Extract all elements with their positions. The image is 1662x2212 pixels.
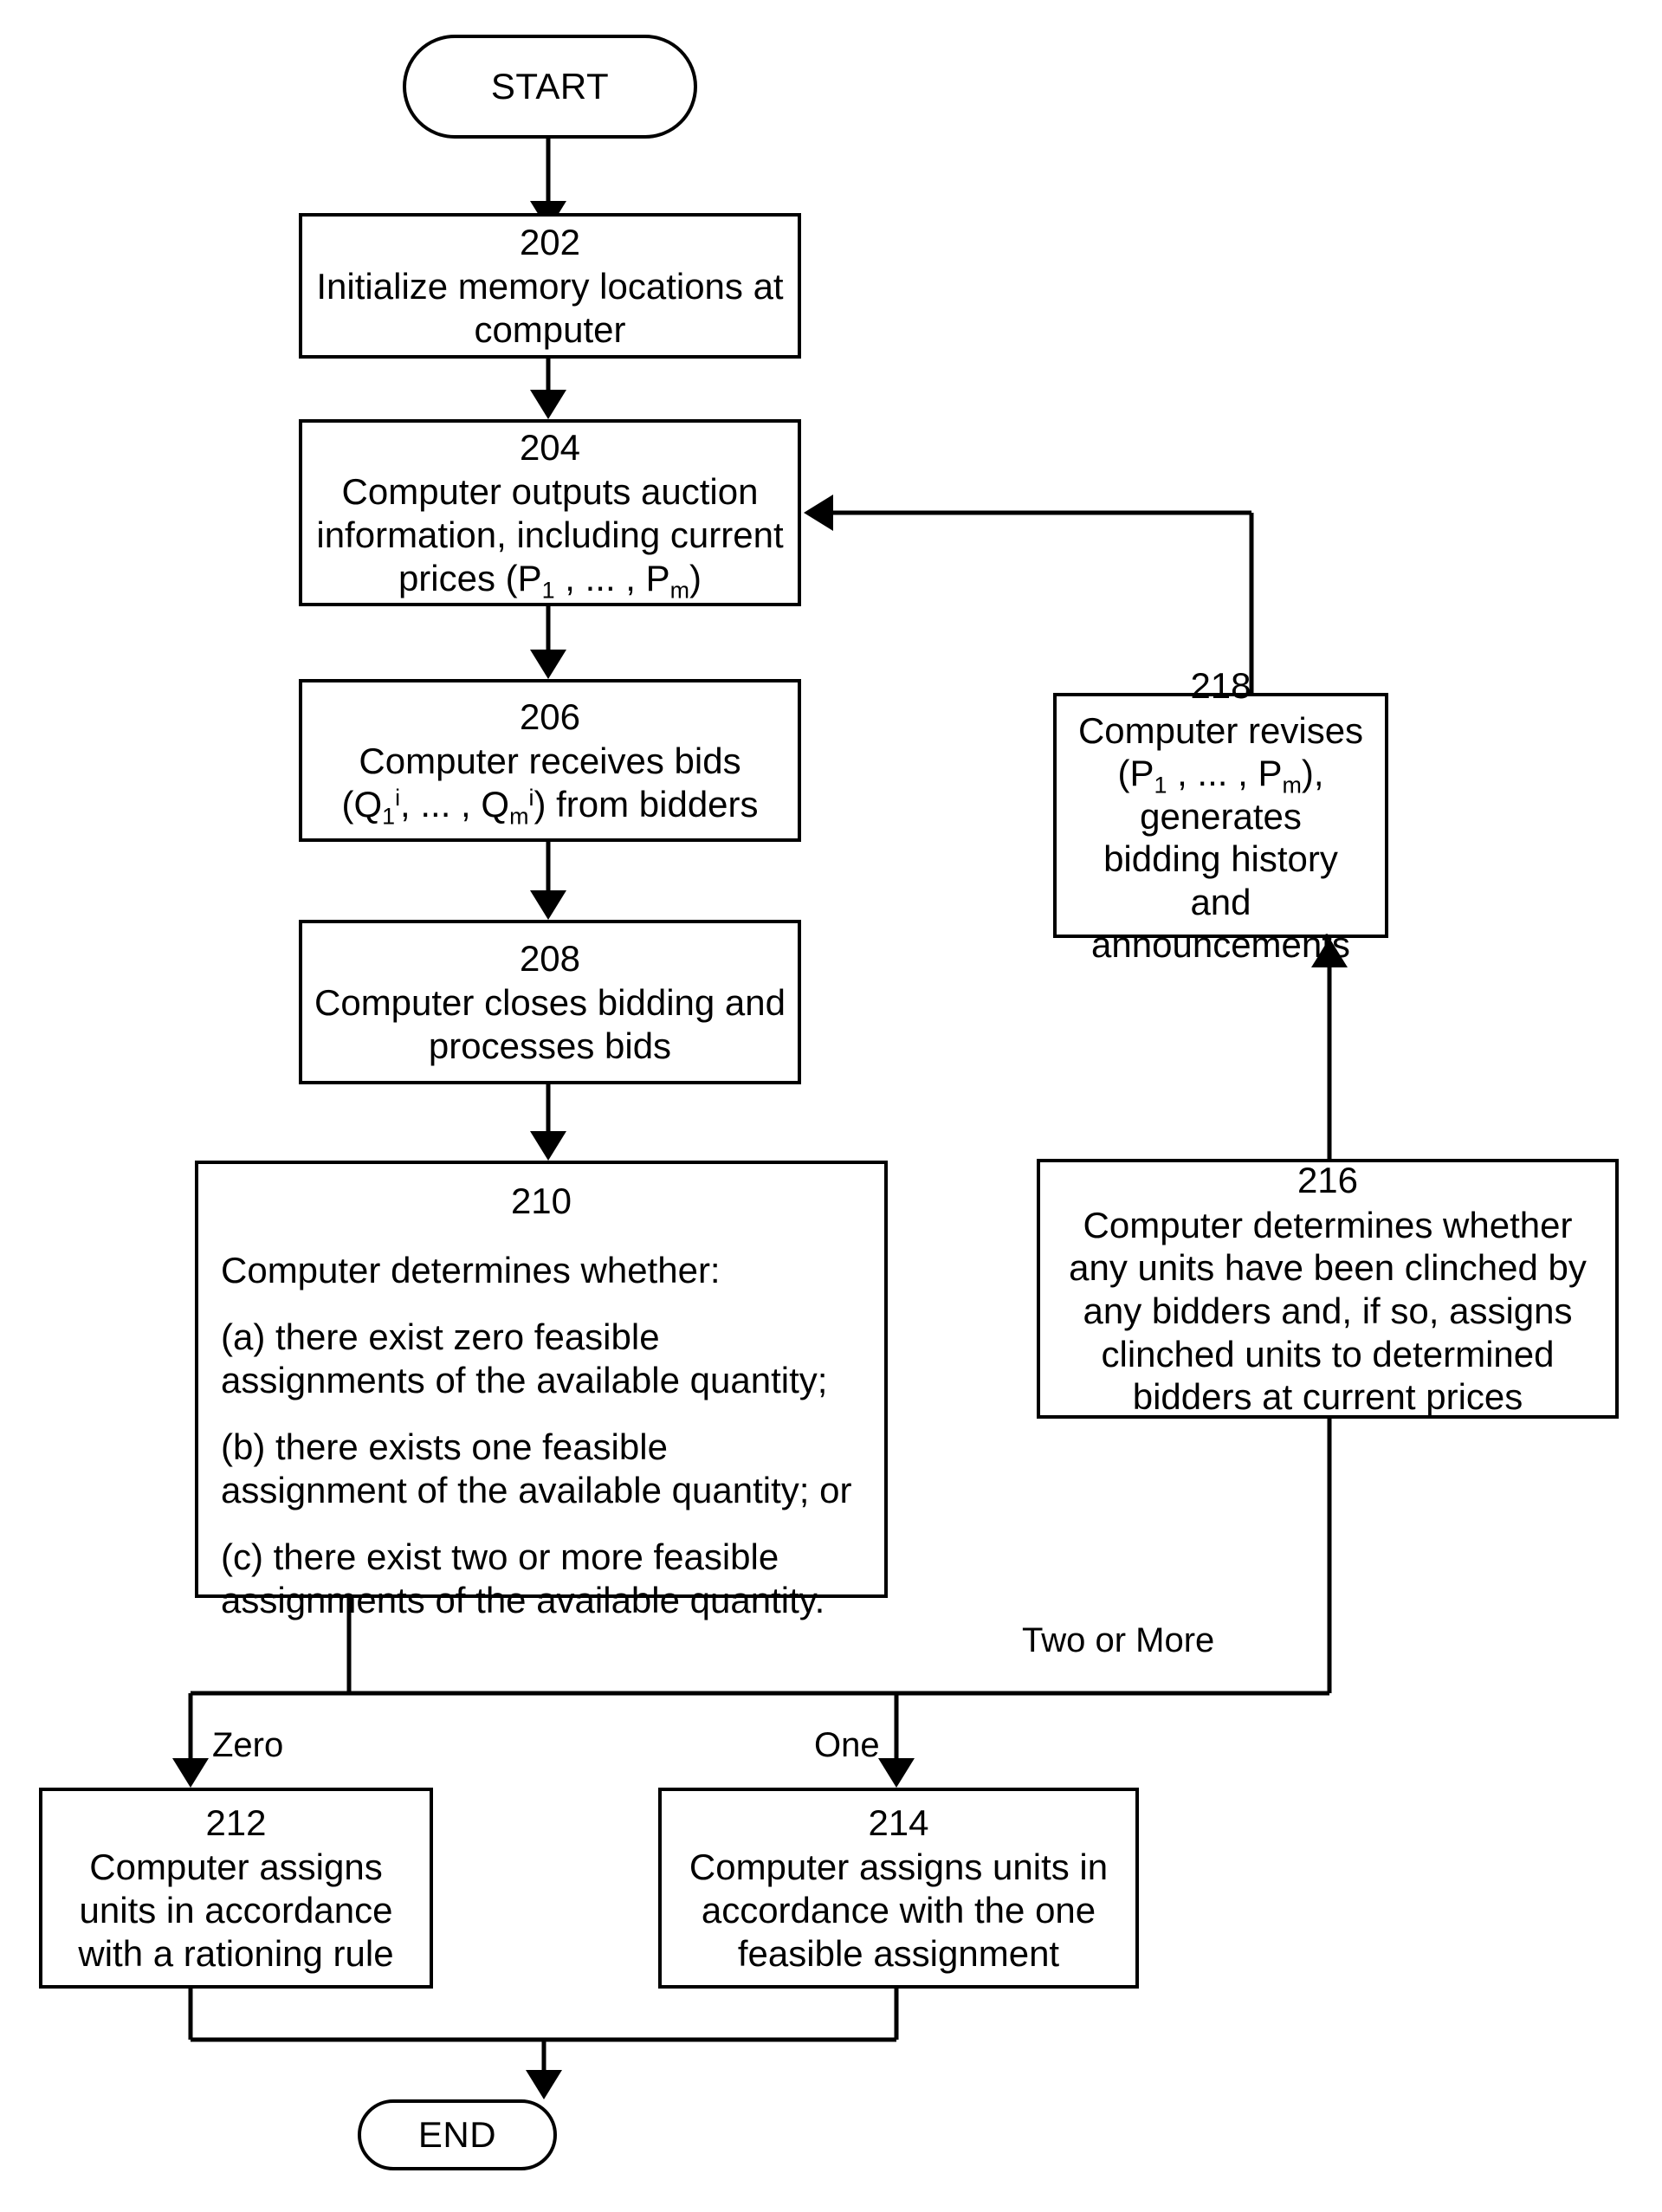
start-terminator: START bbox=[403, 35, 697, 139]
edge-label-two-or-more: Two or More bbox=[1022, 1621, 1215, 1659]
ref-number-208: 208 bbox=[519, 937, 581, 979]
bid-subscript-1: 1 bbox=[382, 803, 396, 830]
decision-option-a-210: (a) there exist zero feasible assignment… bbox=[221, 1316, 828, 1400]
process-text-208: Computer closes bidding and processes bi… bbox=[314, 982, 786, 1066]
ref-number-210: 210 bbox=[510, 1180, 572, 1221]
edge-label-one: One bbox=[814, 1726, 880, 1764]
ref-number-212: 212 bbox=[205, 1801, 267, 1843]
end-label: END bbox=[417, 2114, 497, 2156]
price-subscript-1: 1 bbox=[541, 577, 555, 604]
process-box-218: 218 Computer revises (P1 , ... , Pm), ge… bbox=[1053, 665, 1388, 965]
process-box-216: 216 Computer determines whether any unit… bbox=[1037, 1159, 1619, 1419]
arrowhead-to-204-feedback bbox=[804, 495, 833, 531]
ref-number-218: 218 bbox=[1190, 665, 1251, 707]
process-text-212: Computer assigns units in accordance wit… bbox=[78, 1847, 394, 1974]
bids-close: ) from bidders bbox=[534, 783, 759, 825]
process-text-206-line1: Computer receives bids bbox=[359, 741, 741, 782]
process-box-214: 214 Computer assigns units in accordance… bbox=[658, 1788, 1139, 1989]
arrowhead-to-212 bbox=[172, 1758, 209, 1788]
process-text-204-line1: Computer outputs auction bbox=[341, 471, 759, 513]
process-box-212: 212 Computer assigns units in accordance… bbox=[39, 1788, 433, 1989]
decision-option-b-210: (b) there exists one feasible assignment… bbox=[221, 1426, 852, 1510]
decision-intro-210: Computer determines whether: bbox=[221, 1249, 721, 1290]
flowchart-figure: START 202 Initialize memory locations at… bbox=[0, 0, 1662, 2212]
start-label: START bbox=[490, 66, 610, 107]
process-text-202: Initialize memory locations at computer bbox=[316, 266, 784, 350]
edge-label-zero: Zero bbox=[212, 1726, 284, 1764]
revise-prices-middle: , ... , P bbox=[1167, 753, 1283, 794]
process-text-218-line3: bidding history and bbox=[1103, 838, 1338, 922]
ref-number-204: 204 bbox=[519, 426, 581, 468]
process-text-218-line4: announcements bbox=[1091, 924, 1350, 966]
process-text-216: Computer determines whether any units ha… bbox=[1069, 1204, 1587, 1418]
process-text-206-line2: (Q1i, ... , Qmi) from bidders bbox=[329, 783, 770, 830]
arrowhead-to-208 bbox=[530, 890, 566, 920]
bid-subscript-m: m bbox=[509, 803, 529, 830]
process-text-204-line2: information, including current bbox=[316, 514, 784, 555]
ref-number-214: 214 bbox=[868, 1801, 929, 1843]
price-subscript-m: m bbox=[669, 577, 690, 604]
process-text-204-line3: prices (P1 , ... , Pm) bbox=[386, 557, 714, 604]
bids-open: (Q bbox=[341, 783, 383, 825]
decision-option-c-210: (c) there exist two or more feasible ass… bbox=[221, 1536, 825, 1620]
process-box-210: 210 Computer determines whether: (a) the… bbox=[195, 1161, 888, 1620]
process-box-202: 202 Initialize memory locations at compu… bbox=[299, 213, 801, 359]
ref-number-206: 206 bbox=[519, 695, 581, 737]
ref-number-216: 216 bbox=[1297, 1160, 1359, 1201]
bids-middle: , ... , Q bbox=[400, 783, 510, 825]
arrowhead-to-210 bbox=[530, 1131, 566, 1161]
arrowhead-to-214 bbox=[878, 1758, 915, 1788]
prices-middle: , ... , P bbox=[554, 557, 670, 598]
process-box-204: 204 Computer outputs auction information… bbox=[299, 419, 801, 606]
revise-subscript-1: 1 bbox=[1154, 772, 1167, 799]
arrowhead-to-204 bbox=[530, 390, 566, 419]
end-terminator: END bbox=[358, 2099, 557, 2170]
arrowhead-to-206 bbox=[530, 650, 566, 679]
ref-number-202: 202 bbox=[519, 221, 581, 262]
revise-subscript-m: m bbox=[1282, 772, 1302, 799]
process-text-214: Computer assigns units in accordance wit… bbox=[689, 1847, 1109, 1974]
prices-suffix: ) bbox=[689, 557, 702, 598]
process-text-218-line2: (P1 , ... , Pm), generates bbox=[1057, 752, 1385, 838]
process-box-206: 206 Computer receives bids (Q1i, ... , Q… bbox=[299, 679, 801, 842]
process-box-208: 208 Computer closes bidding and processe… bbox=[299, 920, 801, 1084]
prices-prefix: prices (P bbox=[398, 557, 542, 598]
process-text-218-line1: Computer revises bbox=[1077, 709, 1364, 751]
revise-prices-open: (P bbox=[1117, 753, 1154, 794]
arrowhead-to-end bbox=[526, 2070, 562, 2099]
